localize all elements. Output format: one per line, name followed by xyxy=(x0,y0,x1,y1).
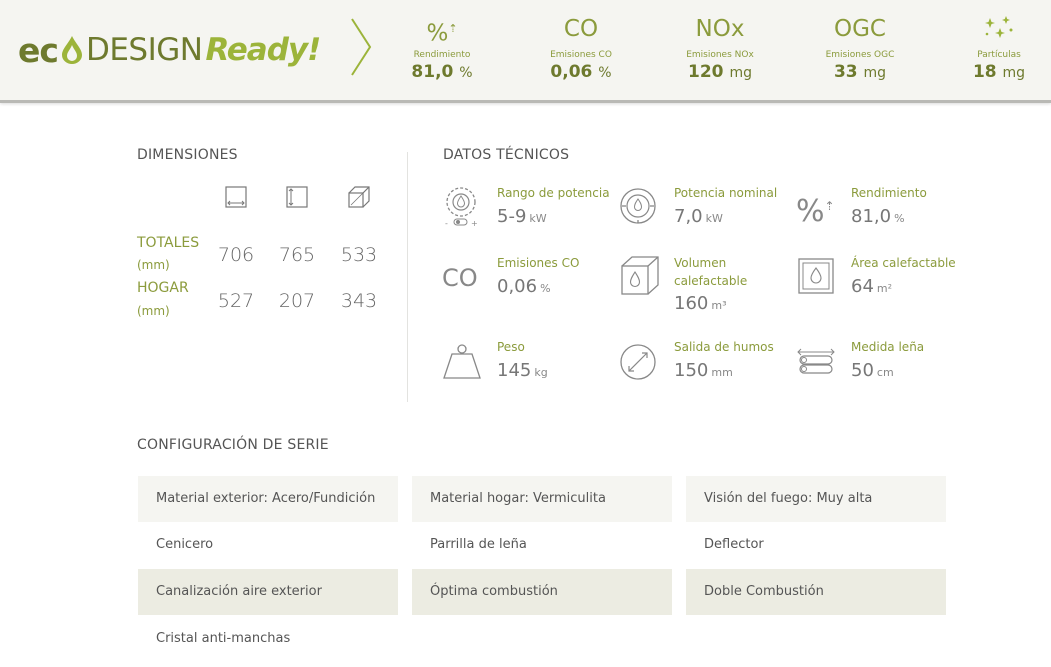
config-item: Material exterior: Acero/Fundición xyxy=(138,476,398,522)
section-divider xyxy=(407,152,408,402)
config-item: Canalización aire exterior xyxy=(138,569,398,615)
depth-icon xyxy=(348,186,370,208)
totales-width: 706 xyxy=(217,244,255,266)
flue-outlet-icon xyxy=(620,344,656,380)
config-item: Visión del fuego: Muy alta xyxy=(686,476,946,522)
tech-emisiones-co: CO Emisiones CO 0,06% xyxy=(442,256,580,297)
tech-rango-potencia: - + Rango de potencia 5-9 kW xyxy=(442,184,612,254)
svg-text:-: - xyxy=(445,219,448,228)
weight-icon xyxy=(443,344,481,379)
svg-text:+: + xyxy=(471,219,478,228)
kpi-rendimiento: %⇡ Rendimiento 81,0 % xyxy=(382,14,502,82)
co-emissions-icon: CO xyxy=(442,264,478,292)
row-label-totales: TOTALES xyxy=(137,235,200,251)
tech-salida-humos: Salida de humos 150 mm xyxy=(619,338,789,408)
row-unit-totales: (mm) xyxy=(137,258,170,272)
tech-medida-lena: Medida leña 50 cm xyxy=(796,338,966,408)
row-unit-hogar: (mm) xyxy=(137,304,170,318)
chevron-right-icon xyxy=(351,18,372,76)
config-item: Deflector xyxy=(704,537,764,552)
kpi-emisiones-nox: NOx Emisiones NOx 120 mg xyxy=(686,16,754,82)
ecodesign-logo: ec DESIGN Ready! xyxy=(18,30,321,70)
tech-rendimiento: %⇡ Rendimiento 81,0% xyxy=(796,186,927,229)
dimensions-title: DIMENSIONES xyxy=(137,147,238,163)
power-range-icon: - + xyxy=(445,187,478,228)
config-item: Cenicero xyxy=(156,537,214,552)
log-size-icon xyxy=(797,348,835,374)
tech-peso: Peso 145 kg xyxy=(442,338,612,408)
totales-depth: 533 xyxy=(340,244,378,266)
flame-drop-icon xyxy=(61,36,82,64)
kpi-emisiones-co: CO Emisiones CO 0,06 % xyxy=(550,16,612,82)
config-item: Parrilla de leña xyxy=(430,537,527,552)
config-item: Material hogar: Vermiculita xyxy=(412,476,672,522)
totales-height: 765 xyxy=(278,244,316,266)
config-item: Doble Combustión xyxy=(686,569,946,615)
heated-volume-icon xyxy=(621,256,659,295)
hogar-width: 527 xyxy=(217,290,255,312)
particles-icon xyxy=(985,16,1013,38)
config-item: Óptima combustión xyxy=(412,569,672,615)
row-label-hogar: HOGAR xyxy=(137,280,189,296)
nominal-power-icon xyxy=(620,188,656,224)
config-title: CONFIGURACIÓN DE SERIE xyxy=(137,437,329,453)
efficiency-icon: %⇡ xyxy=(426,20,458,47)
kpi-emisiones-ogc: OGC Emisiones OGC 33 mg xyxy=(825,16,895,82)
height-icon xyxy=(286,186,308,208)
hogar-height: 207 xyxy=(278,290,316,312)
tech-area-calefactable: Área calefactable 64 m² xyxy=(796,254,966,324)
tech-volumen-calefactable: Volumen calefactable 160 m³ xyxy=(619,254,789,324)
heated-area-icon xyxy=(798,258,834,294)
hogar-depth: 343 xyxy=(340,290,378,312)
config-item: Cristal anti-manchas xyxy=(156,631,291,646)
ecodesign-banner: ec DESIGN Ready! %⇡ Rendimiento 81,0 % C… xyxy=(0,0,1051,103)
width-icon xyxy=(225,186,247,208)
efficiency-icon: %⇡ xyxy=(796,194,835,229)
tech-potencia-nominal: Potencia nominal 7,0 kW xyxy=(619,184,789,254)
tech-title: DATOS TÉCNICOS xyxy=(443,147,570,163)
kpi-particulas: Partículas 18 mg xyxy=(939,14,1051,82)
